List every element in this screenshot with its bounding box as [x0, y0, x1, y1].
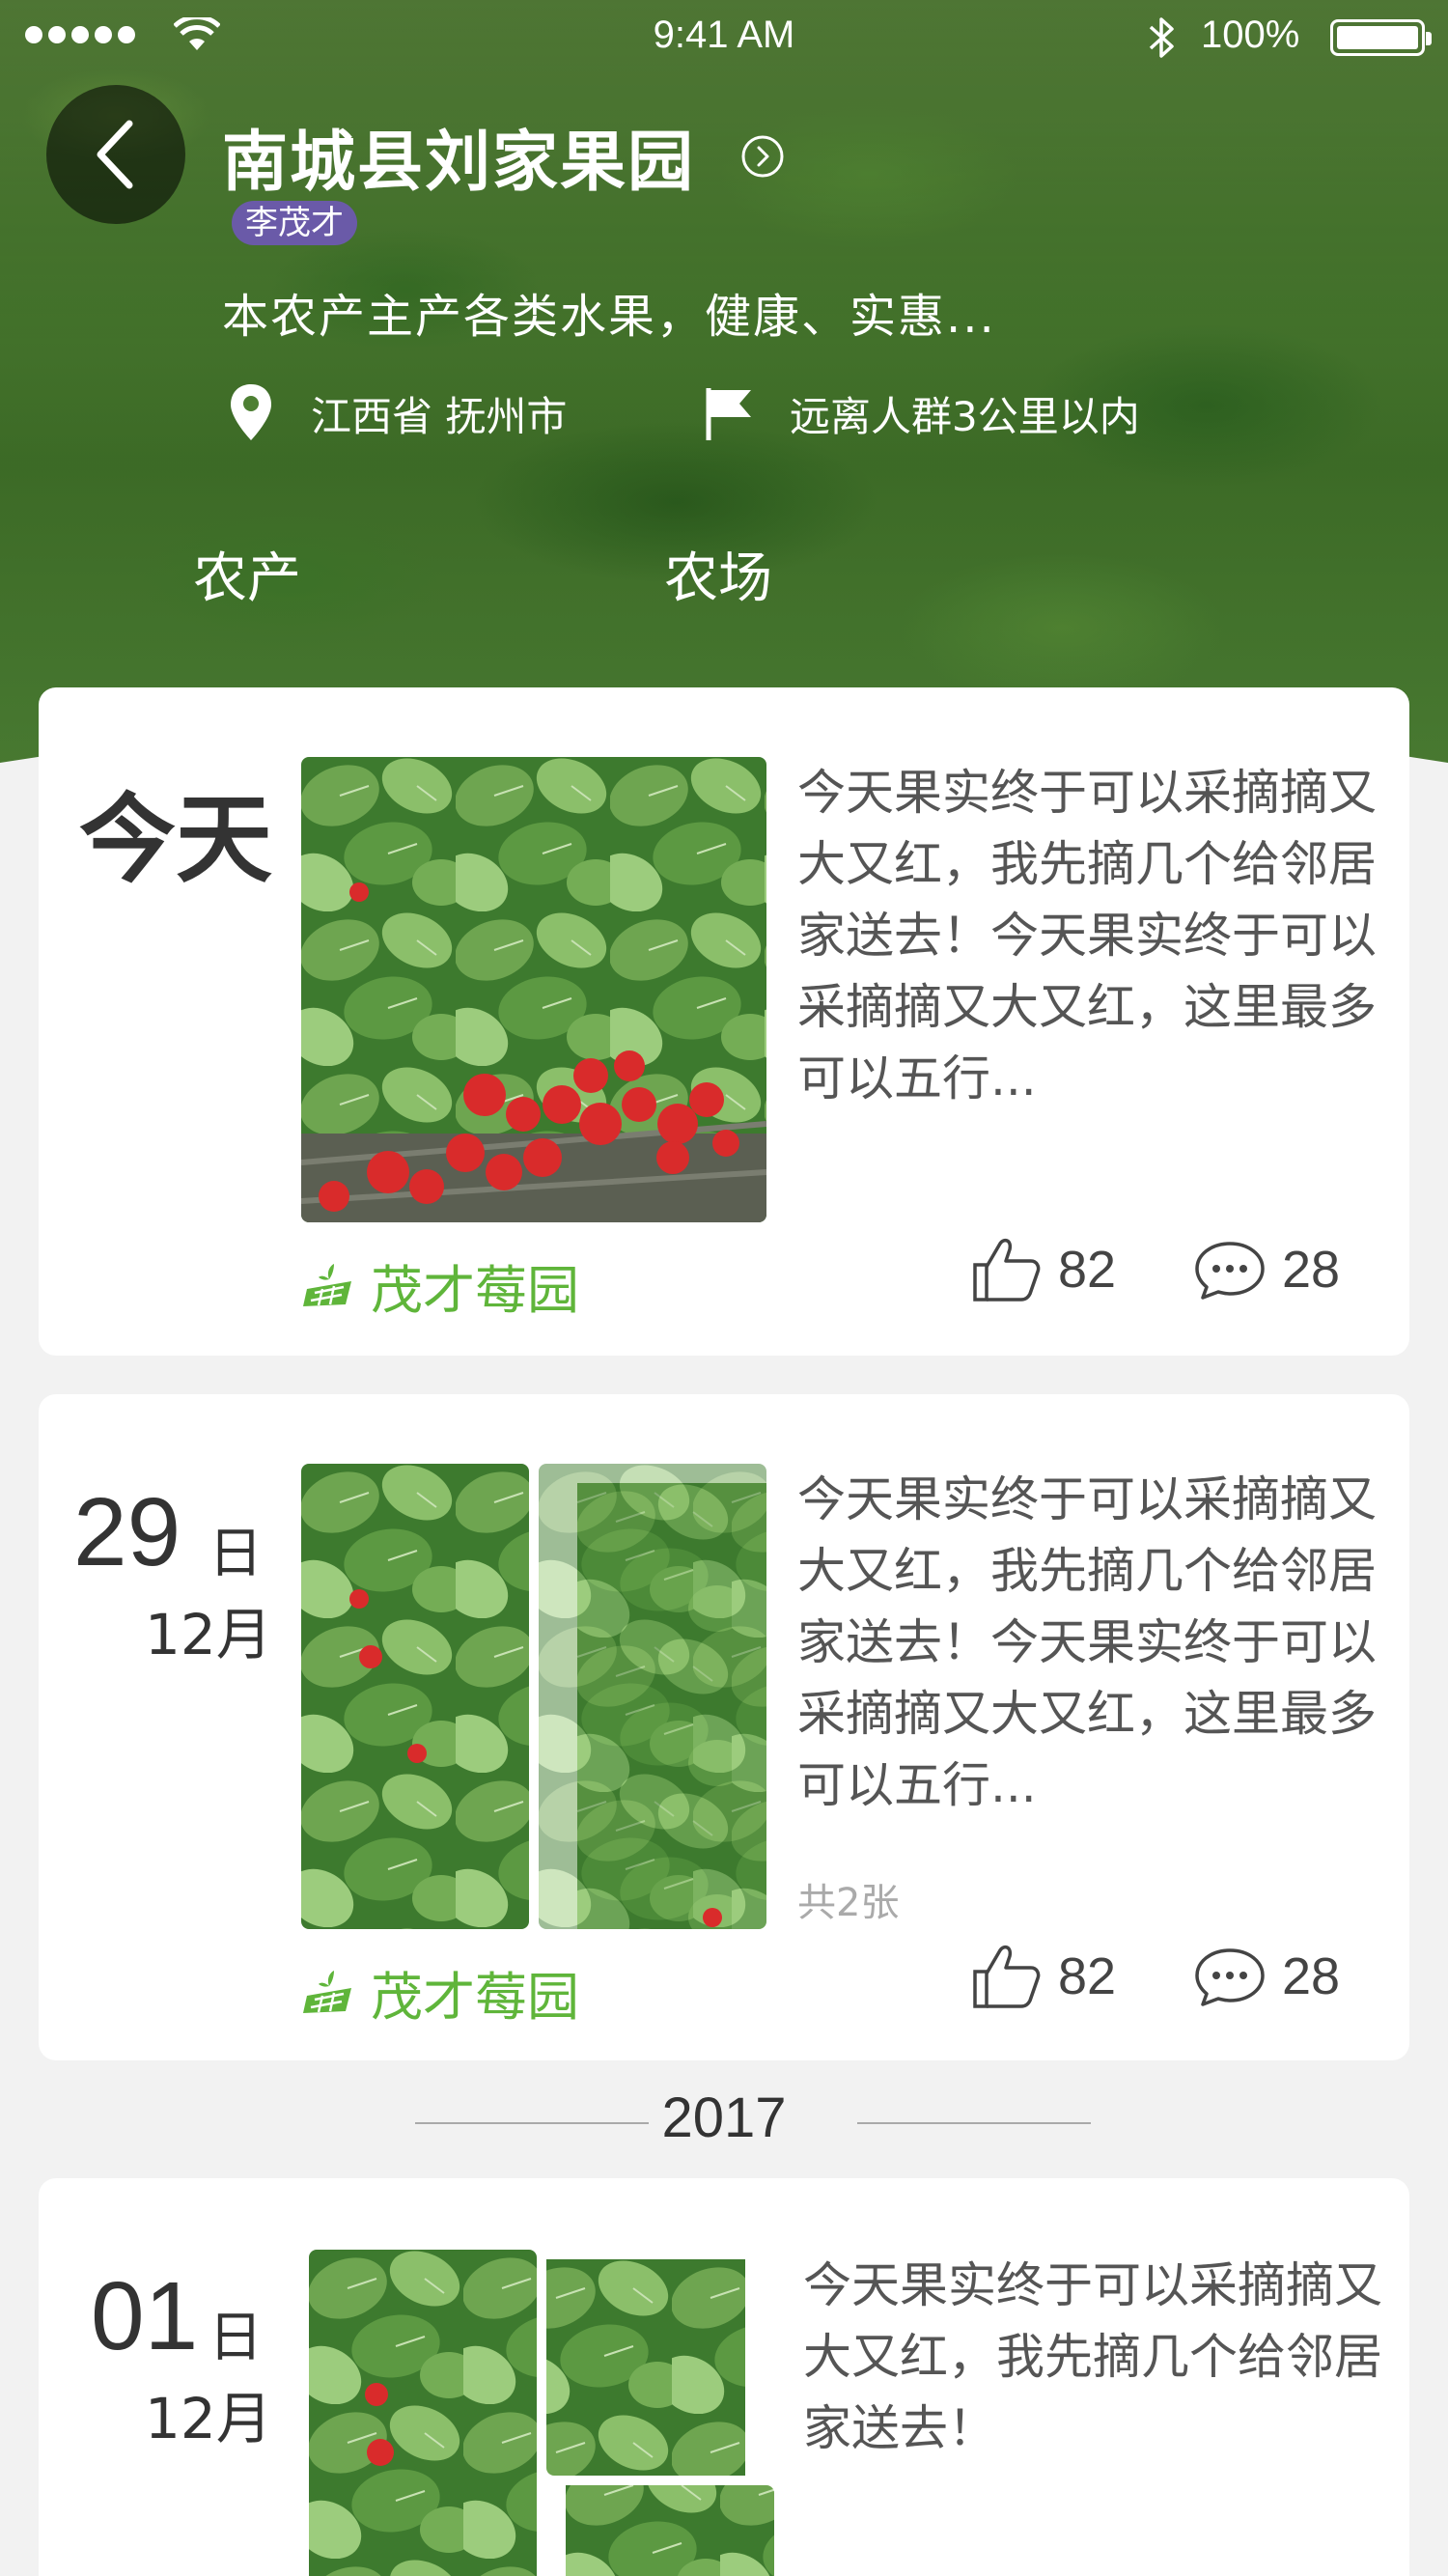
farm-distance: 远离人群3公里以内 [790, 393, 1140, 440]
year-separator: 2017 [0, 2086, 1448, 2159]
comment-button[interactable]: 28 [1193, 1943, 1340, 2010]
farm-field-icon [303, 1263, 351, 1306]
post-date-month: 12月 [145, 2386, 272, 2451]
like-count: 82 [1058, 1241, 1117, 1299]
post-text: 今天果实终于可以采摘摘又大又红，我先摘几个给邻居家送去！今天果实终于可以采摘摘又… [797, 1471, 1377, 1813]
chevron-right-circle-icon[interactable] [739, 133, 786, 180]
farm-description: 本农产主产各类水果，健康、实惠... [222, 290, 996, 344]
comment-button[interactable]: 28 [1193, 1236, 1340, 1303]
post-photo[interactable] [546, 2250, 774, 2476]
chevron-left-icon [97, 120, 133, 189]
tab-farm[interactable]: 农场 [664, 535, 772, 613]
thumbs-up-icon [973, 1238, 1041, 1302]
post-card[interactable]: 01 日 12月 今天果实终于可以采摘摘又大又红，我先摘几个给邻居家送去！ [39, 2178, 1409, 2576]
post-photo[interactable] [301, 757, 766, 1222]
post-photo[interactable] [546, 2485, 774, 2576]
post-photo[interactable] [301, 1464, 529, 1929]
like-button[interactable]: 82 [969, 1236, 1116, 1303]
owner-tag: 李茂才 [232, 201, 357, 245]
post-source[interactable]: 茂才莓园 [301, 1954, 579, 2030]
post-date-day-unit: 日 [209, 2307, 263, 2369]
post-card[interactable]: 29 日 12月 今天果实终于可以采摘摘又大又红，我先摘几个给邻居家送去！今天果… [39, 1394, 1409, 2060]
battery-icon [1330, 19, 1432, 56]
bluetooth-icon [1149, 17, 1174, 58]
status-bar: 9:41 AM 100% [0, 0, 1448, 73]
thumbs-up-icon [973, 1945, 1041, 2008]
location-pin-icon [231, 384, 271, 440]
farm-name: 南城县刘家果园 [222, 125, 696, 201]
post-date: 今天 [79, 783, 272, 896]
post-source-name: 茂才莓园 [371, 1260, 579, 1321]
like-count: 82 [1058, 1947, 1117, 2005]
post-date-day-unit: 日 [209, 1523, 263, 1585]
comment-count: 28 [1282, 1947, 1341, 2005]
post-photo[interactable] [539, 1464, 766, 1929]
farm-field-icon [303, 1970, 351, 2013]
tab-produce[interactable]: 农产 [193, 535, 301, 613]
post-date-day: 01 [91, 2262, 199, 2370]
farm-location: 江西省 抚州市 [311, 393, 568, 440]
divider [857, 2122, 1091, 2124]
comment-bubble-icon [1195, 1948, 1265, 2006]
post-source[interactable]: 茂才莓园 [301, 1247, 579, 1324]
photo-count: 共2张 [797, 1881, 900, 1925]
post-text: 今天果实终于可以采摘摘又大又红，我先摘几个给邻居家送去！今天果实终于可以采摘摘又… [797, 765, 1377, 1106]
post-card[interactable]: 今天 今天果实终于可以采摘摘又大又红，我先摘几个给邻居家送去！今天果实终于可以采… [39, 687, 1409, 1356]
back-button[interactable] [46, 85, 185, 224]
post-photo[interactable] [309, 2250, 537, 2576]
flag-icon [706, 388, 751, 440]
post-date-day: 29 [73, 1478, 181, 1586]
like-button[interactable]: 82 [969, 1943, 1116, 2010]
comment-bubble-icon [1195, 1242, 1265, 1300]
post-source-name: 茂才莓园 [371, 1967, 579, 2028]
battery-percentage: 100% [1201, 14, 1300, 56]
post-text: 今天果实终于可以采摘摘又大又红，我先摘几个给邻居家送去！ [803, 2257, 1382, 2456]
post-date-month: 12月 [145, 1602, 272, 1667]
year-label: 2017 [661, 2086, 787, 2149]
comment-count: 28 [1282, 1241, 1341, 1299]
